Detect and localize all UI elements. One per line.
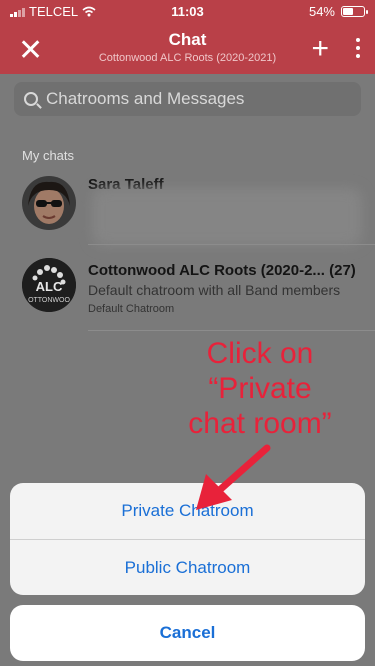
- close-button[interactable]: ✕: [18, 36, 43, 66]
- search-icon: [24, 92, 38, 106]
- dot: [356, 46, 360, 50]
- private-chatroom-option[interactable]: Private Chatroom: [10, 483, 365, 539]
- avatar: [22, 176, 76, 230]
- search-input[interactable]: Chatrooms and Messages: [14, 82, 361, 116]
- divider: [88, 330, 375, 331]
- add-chat-button[interactable]: +: [311, 34, 329, 64]
- annotation-line: Click on: [206, 337, 314, 370]
- group-logo-icon: ALC OTTONWOO: [22, 258, 76, 312]
- search-placeholder: Chatrooms and Messages: [46, 89, 245, 108]
- annotation-line: “Private: [208, 372, 312, 405]
- annotation-line: chat room”: [188, 407, 332, 440]
- page-title: Chat: [168, 30, 207, 49]
- dot: [356, 54, 360, 58]
- status-right: 54%: [308, 4, 368, 19]
- avatar-photo: [22, 176, 76, 230]
- page-subtitle: Cottonwood ALC Roots (2020-2021): [98, 52, 277, 64]
- annotation-text: Click on “Private chat room”: [150, 336, 370, 441]
- cancel-button[interactable]: Cancel: [10, 605, 365, 661]
- group-logo-text: ALC: [36, 279, 63, 294]
- battery-icon: [341, 6, 368, 17]
- chat-name: Cottonwood ALC Roots (2020-2... (27): [88, 262, 356, 279]
- battery-percent: 54%: [308, 4, 335, 19]
- section-label-my-chats: My chats: [22, 148, 75, 163]
- action-sheet: Private Chatroom Public Chatroom: [10, 483, 365, 595]
- redacted-preview: [92, 188, 362, 246]
- battery-fill: [343, 8, 354, 15]
- header-title-block: Chat Cottonwood ALC Roots (2020-2021): [90, 30, 285, 64]
- status-bar: TELCEL 11:03 54%: [0, 0, 375, 22]
- chat-type-label: Default Chatroom: [88, 303, 175, 315]
- more-options-button[interactable]: [355, 38, 361, 58]
- dot: [356, 38, 360, 42]
- avatar: ALC OTTONWOO: [22, 258, 76, 312]
- divider: [88, 244, 375, 245]
- public-chatroom-option[interactable]: Public Chatroom: [10, 540, 365, 595]
- chat-description: Default chatroom with all Band members: [88, 282, 341, 298]
- group-logo-subtext: OTTONWOO: [28, 297, 70, 304]
- header-bar: TELCEL 11:03 54% ✕ Chat Cottonwood ALC R…: [0, 0, 375, 74]
